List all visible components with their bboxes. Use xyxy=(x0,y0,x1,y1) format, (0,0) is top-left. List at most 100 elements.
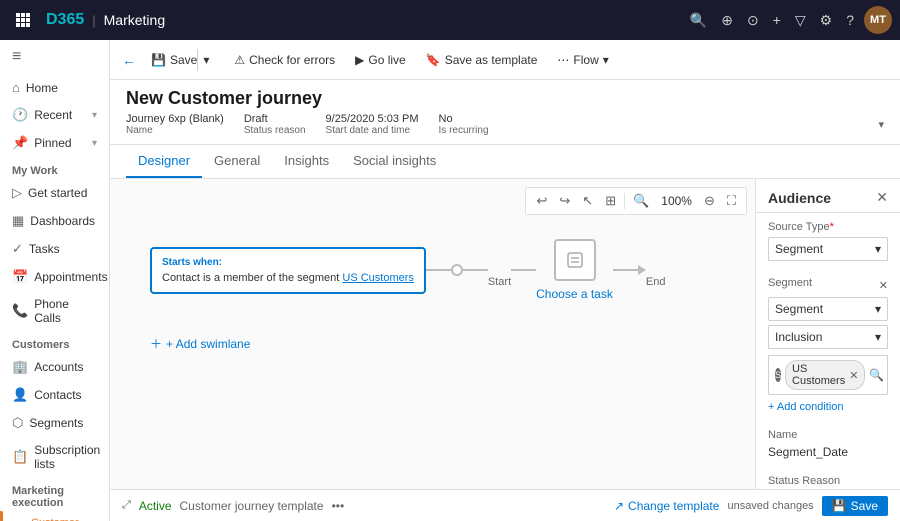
start-label-wrap: Start xyxy=(488,252,511,288)
sidebar-item-home[interactable]: ⌂ Home xyxy=(0,74,109,101)
choose-task-link[interactable]: Choose a task xyxy=(536,287,613,301)
sidebar-item-tasks[interactable]: ✓ Tasks xyxy=(0,235,109,263)
sidebar-item-customer-journeys[interactable]: → Customer journeys xyxy=(0,511,109,521)
segment-close-icon[interactable]: ✕ xyxy=(879,279,888,292)
brand: D365 | Marketing xyxy=(46,11,165,29)
zoom-out-icon[interactable]: ⊖ xyxy=(700,191,719,211)
zoom-level: 100% xyxy=(657,192,696,210)
app-layout: ≡ ⌂ Home 🕐 Recent ▾ 📌 Pinned ▾ My Work ▷… xyxy=(0,40,900,521)
go-live-button[interactable]: ▶ Go live xyxy=(346,48,415,72)
add-swimlane-button[interactable]: ＋ + Add swimlane xyxy=(130,323,735,364)
tab-general[interactable]: General xyxy=(202,145,272,178)
section-marketing: Marketing execution xyxy=(0,477,109,511)
save-bottom-button[interactable]: 💾 Save xyxy=(822,496,888,516)
fullscreen-icon[interactable]: ⛶ xyxy=(723,191,740,211)
sidebar-item-contacts[interactable]: 👤 Contacts xyxy=(0,381,109,409)
search-segment-icon[interactable]: 🔍 xyxy=(869,368,884,382)
add-condition-link[interactable]: + Add condition xyxy=(768,401,888,413)
active-indicator xyxy=(0,511,3,521)
source-type-select[interactable]: Segment ▾ xyxy=(768,237,888,261)
segment-link[interactable]: US Customers xyxy=(342,272,414,284)
template-label: Customer journey template xyxy=(180,499,324,513)
segment-label: Segment xyxy=(768,277,812,289)
search-icon[interactable]: 🔍 xyxy=(686,8,711,33)
sidebar-item-label: Recent xyxy=(34,108,72,122)
tab-designer[interactable]: Designer xyxy=(126,145,202,178)
template-menu-icon[interactable]: ••• xyxy=(332,499,345,513)
flow-container: Starts when: Contact is a member of the … xyxy=(130,219,735,321)
right-panel-header: Audience ✕ xyxy=(756,179,900,213)
task-node[interactable] xyxy=(554,239,596,281)
source-type-section: Source Type Segment ▾ xyxy=(756,213,900,269)
redo-icon[interactable]: ↪ xyxy=(555,191,574,211)
sidebar-item-pinned[interactable]: 📌 Pinned ▾ xyxy=(0,129,109,157)
page-title: New Customer journey xyxy=(126,88,884,109)
section-mywork: My Work xyxy=(0,157,109,179)
location-icon[interactable]: ⊙ xyxy=(743,8,763,33)
change-template-button[interactable]: ↗ Change template xyxy=(614,499,719,513)
expand-header-icon[interactable]: ▾ xyxy=(878,118,884,131)
sidebar-item-appointments[interactable]: 📅 Appointments xyxy=(0,263,109,291)
segments-icon: ⬡ xyxy=(12,415,23,431)
sidebar-item-phone-calls[interactable]: 📞 Phone Calls xyxy=(0,291,109,331)
name-label: Name xyxy=(768,429,888,441)
tabs: Designer General Insights Social insight… xyxy=(110,145,900,179)
zoom-in-icon[interactable]: 🔍 xyxy=(629,191,653,211)
grid-icon[interactable]: ⊞ xyxy=(601,191,620,211)
tab-social-insights[interactable]: Social insights xyxy=(341,145,448,178)
flow-button[interactable]: ⋯ Flow ▾ xyxy=(548,48,617,72)
add-icon[interactable]: + xyxy=(769,8,785,32)
task-node-wrap: Choose a task xyxy=(536,239,613,301)
settings-icon[interactable]: ⚙ xyxy=(816,8,837,33)
user-avatar[interactable]: MT xyxy=(864,6,892,34)
bottom-bar: ⤢ Active Customer journey template ••• ↗… xyxy=(110,489,900,521)
check-errors-button[interactable]: ⚠ Check for errors xyxy=(225,48,344,72)
close-icon[interactable]: ✕ xyxy=(876,189,888,206)
meta-status-value: Draft xyxy=(244,113,306,125)
chevron-down-icon: ▾ xyxy=(875,302,881,316)
save-button[interactable]: 💾 Save ▾ xyxy=(142,44,223,76)
template-icon: 🔖 xyxy=(426,53,441,67)
topbar-right: 🔍 ⊕ ⊙ + ▽ ⚙ ? MT xyxy=(686,6,892,34)
undo-icon[interactable]: ↩ xyxy=(532,191,551,211)
right-panel-title: Audience xyxy=(768,190,831,206)
designer: ↩ ↪ ↖ ⊞ 🔍 100% ⊖ ⛶ Starts when: xyxy=(110,179,900,489)
meta-name-value: Journey 6xp (Blank) xyxy=(126,113,224,125)
sidebar-item-label: Segments xyxy=(29,416,83,430)
segment-dropdown[interactable]: Segment ▾ xyxy=(768,297,888,321)
expand-icon[interactable]: ⤢ xyxy=(122,499,131,512)
sidebar-item-dashboards[interactable]: ▦ Dashboards xyxy=(0,207,109,235)
save-icon: 💾 xyxy=(151,53,166,67)
chevron-down-icon: ▾ xyxy=(92,110,97,121)
unsaved-changes-status: unsaved changes xyxy=(727,500,813,512)
meta-recurring-value: No xyxy=(439,113,489,125)
recent-apps-icon[interactable]: ⊕ xyxy=(717,8,737,33)
tab-insights[interactable]: Insights xyxy=(272,145,341,178)
sidebar-item-get-started[interactable]: ▷ Get started xyxy=(0,179,109,207)
start-node-label: Starts when: xyxy=(162,257,414,268)
sidebar-item-subscription-lists[interactable]: 📋 Subscription lists xyxy=(0,437,109,477)
sidebar-toggle[interactable]: ≡ xyxy=(0,40,109,74)
save-template-button[interactable]: 🔖 Save as template xyxy=(417,48,547,72)
cursor-icon[interactable]: ↖ xyxy=(578,191,597,211)
tasks-icon: ✓ xyxy=(12,241,23,257)
help-icon[interactable]: ? xyxy=(842,8,858,32)
inclusion-dropdown[interactable]: Inclusion ▾ xyxy=(768,325,888,349)
sidebar-item-recent[interactable]: 🕐 Recent ▾ xyxy=(0,101,109,129)
connector-3 xyxy=(613,265,646,275)
sidebar-item-segments[interactable]: ⬡ Segments xyxy=(0,409,109,437)
change-template-icon: ↗ xyxy=(614,499,624,513)
tag-remove-icon[interactable]: ✕ xyxy=(849,369,858,382)
bottom-bar-left: ⤢ Active Customer journey template ••• xyxy=(122,499,344,513)
filter-icon[interactable]: ▽ xyxy=(791,8,810,33)
save-dropdown-arrow[interactable]: ▾ xyxy=(197,49,214,71)
start-node[interactable]: Starts when: Contact is a member of the … xyxy=(150,247,426,294)
page-meta: Journey 6xp (Blank) Name Draft Status re… xyxy=(126,113,884,136)
sidebar-item-accounts[interactable]: 🏢 Accounts xyxy=(0,353,109,381)
flow-arrow-icon: ▾ xyxy=(603,53,609,67)
waffle-icon[interactable] xyxy=(8,5,38,35)
back-button[interactable]: ← xyxy=(122,52,136,68)
save-bottom-icon: 💾 xyxy=(832,499,847,513)
accounts-icon: 🏢 xyxy=(12,359,28,375)
dashboard-icon: ▦ xyxy=(12,213,24,229)
